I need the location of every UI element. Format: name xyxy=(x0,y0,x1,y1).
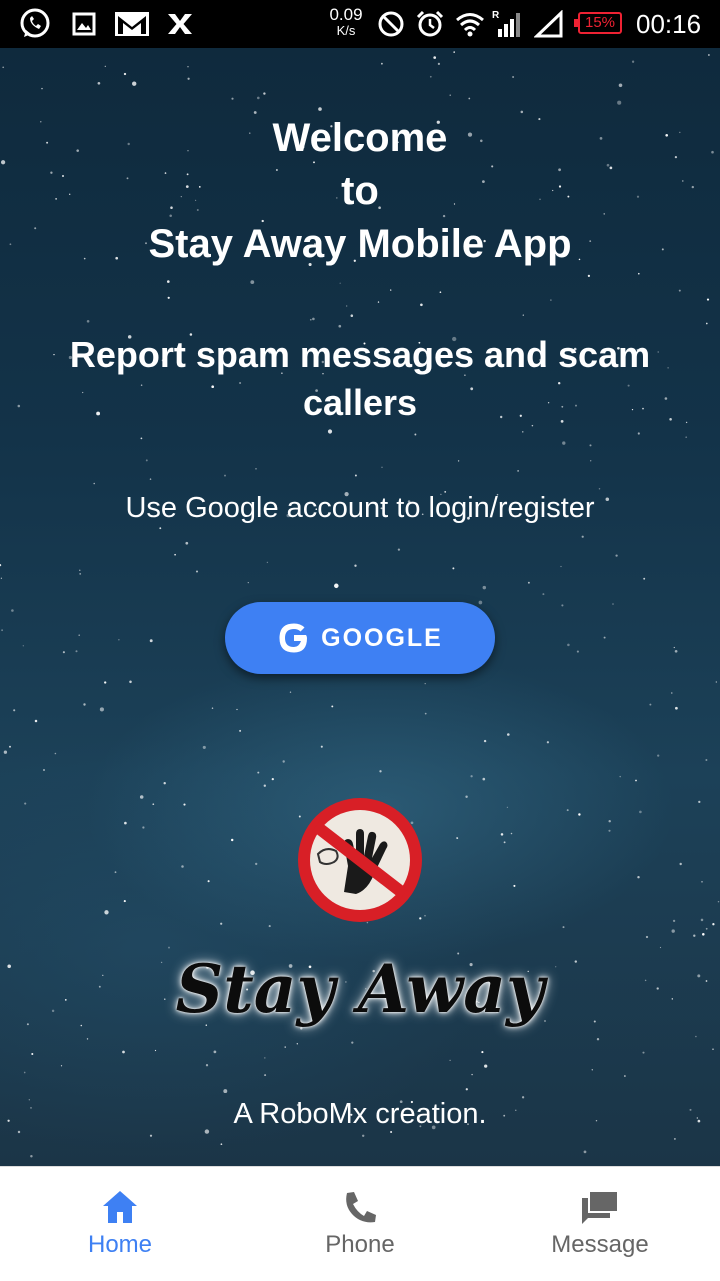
nav-label-home: Home xyxy=(87,1231,153,1258)
bottom-navigation: Home Phone Message xyxy=(0,1166,720,1281)
nav-label-message: Message xyxy=(551,1231,649,1258)
google-g-icon xyxy=(277,621,311,655)
wifi-icon xyxy=(455,8,485,40)
home-screen: Welcome to Stay Away Mobile App Report s… xyxy=(0,48,720,1166)
gallery-icon xyxy=(72,8,96,40)
status-bar: 0.09 K/s R 15% 00:16 xyxy=(0,0,720,48)
svg-text:R: R xyxy=(492,10,500,21)
google-button-label: GOOGLE xyxy=(321,623,443,652)
battery-icon: 15% xyxy=(574,12,622,34)
google-login-button[interactable]: GOOGLE xyxy=(225,602,495,674)
nav-item-phone[interactable]: Phone xyxy=(240,1167,480,1281)
x-app-icon xyxy=(166,8,194,40)
stay-away-logo-icon xyxy=(298,798,422,922)
do-not-disturb-icon xyxy=(377,8,405,40)
phone-icon xyxy=(341,1189,379,1225)
signal-icon: R xyxy=(492,8,522,40)
nav-item-message[interactable]: Message xyxy=(480,1167,720,1281)
clock: 00:16 xyxy=(636,9,702,39)
whatsapp-icon xyxy=(18,8,52,40)
welcome-heading: Welcome to Stay Away Mobile App xyxy=(0,112,720,271)
welcome-line-1: Welcome xyxy=(272,116,448,160)
speed-unit: K/s xyxy=(336,23,356,38)
network-speed: 0.09 K/s xyxy=(323,6,369,38)
signal-empty-icon xyxy=(534,8,564,40)
login-instruction: Use Google account to login/register xyxy=(125,492,595,524)
battery-level: 15% xyxy=(584,14,616,31)
home-icon xyxy=(101,1189,139,1225)
credit-text: A RoboMx creation. xyxy=(233,1098,487,1130)
speed-value: 0.09 xyxy=(329,5,363,24)
gmail-icon xyxy=(114,8,150,40)
alarm-icon xyxy=(416,8,444,40)
welcome-line-3: Stay Away Mobile App xyxy=(148,222,572,266)
stay-away-logo-text: Stay Away xyxy=(175,950,545,1028)
tagline: Report spam messages and scam callers xyxy=(69,334,651,423)
nav-label-phone: Phone xyxy=(325,1231,395,1258)
message-icon xyxy=(580,1189,620,1225)
welcome-line-2: to xyxy=(341,169,379,213)
nav-item-home[interactable]: Home xyxy=(0,1167,240,1281)
